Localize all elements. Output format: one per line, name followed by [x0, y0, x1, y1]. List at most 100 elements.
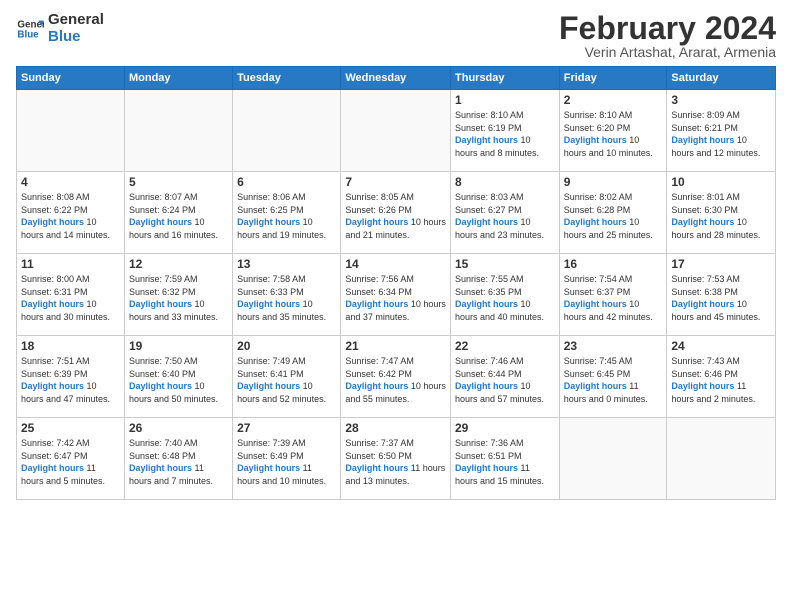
day-info: Sunrise: 7:47 AMSunset: 6:42 PMDaylight … [345, 355, 446, 405]
col-monday: Monday [124, 67, 232, 90]
day-number: 10 [671, 175, 771, 189]
day-number: 29 [455, 421, 555, 435]
sunset-text: Sunset: 6:31 PM [21, 286, 120, 299]
daylight-text: Daylight hours 10 hours and 42 minutes. [564, 298, 663, 323]
table-row: 26Sunrise: 7:40 AMSunset: 6:48 PMDayligh… [124, 418, 232, 500]
daylight-text: Daylight hours 10 hours and 14 minutes. [21, 216, 120, 241]
sunset-text: Sunset: 6:20 PM [564, 122, 663, 135]
daylight-label: Daylight hours [455, 217, 518, 227]
sunset-text: Sunset: 6:45 PM [564, 368, 663, 381]
sunset-text: Sunset: 6:41 PM [237, 368, 336, 381]
daylight-label: Daylight hours [21, 299, 84, 309]
sunset-text: Sunset: 6:47 PM [21, 450, 120, 463]
daylight-label: Daylight hours [564, 381, 627, 391]
day-number: 6 [237, 175, 336, 189]
daylight-text: Daylight hours 11 hours and 5 minutes. [21, 462, 120, 487]
table-row: 16Sunrise: 7:54 AMSunset: 6:37 PMDayligh… [559, 254, 667, 336]
table-row: 22Sunrise: 7:46 AMSunset: 6:44 PMDayligh… [451, 336, 560, 418]
daylight-text: Daylight hours 11 hours and 0 minutes. [564, 380, 663, 405]
daylight-label: Daylight hours [129, 381, 192, 391]
day-number: 26 [129, 421, 228, 435]
sunset-text: Sunset: 6:51 PM [455, 450, 555, 463]
sunset-text: Sunset: 6:26 PM [345, 204, 446, 217]
day-number: 14 [345, 257, 446, 271]
daylight-label: Daylight hours [564, 299, 627, 309]
table-row: 15Sunrise: 7:55 AMSunset: 6:35 PMDayligh… [451, 254, 560, 336]
page: General Blue General Blue February 2024 … [0, 0, 792, 612]
day-info: Sunrise: 7:53 AMSunset: 6:38 PMDaylight … [671, 273, 771, 323]
daylight-text: Daylight hours 10 hours and 28 minutes. [671, 216, 771, 241]
daylight-label: Daylight hours [129, 299, 192, 309]
daylight-label: Daylight hours [21, 463, 84, 473]
calendar-week-row: 25Sunrise: 7:42 AMSunset: 6:47 PMDayligh… [17, 418, 776, 500]
sunset-text: Sunset: 6:49 PM [237, 450, 336, 463]
day-info: Sunrise: 8:07 AMSunset: 6:24 PMDaylight … [129, 191, 228, 241]
daylight-text: Daylight hours 10 hours and 37 minutes. [345, 298, 446, 323]
daylight-text: Daylight hours 10 hours and 52 minutes. [237, 380, 336, 405]
day-number: 24 [671, 339, 771, 353]
table-row: 14 Sunrise: 7:56 AMSunset: 6:34 PMDayligh… [341, 254, 451, 336]
sunrise-text: Sunrise: 8:07 AM [129, 191, 228, 204]
daylight-text: Daylight hours 11 hours and 2 minutes. [671, 380, 771, 405]
daylight-label: Daylight hours [455, 135, 518, 145]
sunrise-text: Sunrise: 7:53 AM [671, 273, 771, 286]
day-number: 16 [564, 257, 663, 271]
daylight-text: Daylight hours 10 hours and 23 minutes. [455, 216, 555, 241]
daylight-text: Daylight hours 10 hours and 33 minutes. [129, 298, 228, 323]
sunset-text: Sunset: 6:42 PM [345, 368, 446, 381]
table-row: 2Sunrise: 8:10 AMSunset: 6:20 PMDaylight… [559, 90, 667, 172]
sunrise-text: Sunrise: 7:49 AM [237, 355, 336, 368]
day-number: 12 [129, 257, 228, 271]
table-row: 19Sunrise: 7:50 AMSunset: 6:40 PMDayligh… [124, 336, 232, 418]
table-row: 5Sunrise: 8:07 AMSunset: 6:24 PMDaylight… [124, 172, 232, 254]
sunrise-text: Sunrise: 7:56 AM [345, 273, 446, 286]
daylight-text: Daylight hours 10 hours and 16 minutes. [129, 216, 228, 241]
calendar-subtitle: Verin Artashat, Ararat, Armenia [559, 44, 776, 60]
daylight-label: Daylight hours [21, 381, 84, 391]
sunrise-text: Sunrise: 7:40 AM [129, 437, 228, 450]
day-info: Sunrise: 8:08 AMSunset: 6:22 PMDaylight … [21, 191, 120, 241]
daylight-text: Daylight hours 10 hours and 45 minutes. [671, 298, 771, 323]
sunrise-text: Sunrise: 8:02 AM [564, 191, 663, 204]
sunrise-text: Sunrise: 8:08 AM [21, 191, 120, 204]
table-row: 17 Sunrise: 7:53 AMSunset: 6:38 PMDayligh… [667, 254, 776, 336]
col-tuesday: Tuesday [233, 67, 341, 90]
daylight-label: Daylight hours [21, 217, 84, 227]
table-row: 8Sunrise: 8:03 AMSunset: 6:27 PMDaylight… [451, 172, 560, 254]
day-info: Sunrise: 7:56 AMSunset: 6:34 PMDaylight … [345, 273, 446, 323]
table-row [233, 90, 341, 172]
daylight-text: Daylight hours 10 hours and 55 minutes. [345, 380, 446, 405]
daylight-label: Daylight hours [671, 381, 734, 391]
logo-line1: General [48, 12, 104, 29]
day-number: 9 [564, 175, 663, 189]
day-info: Sunrise: 7:45 AMSunset: 6:45 PMDaylight … [564, 355, 663, 405]
daylight-text: Daylight hours 10 hours and 57 minutes. [455, 380, 555, 405]
day-number: 2 [564, 93, 663, 107]
day-number: 17 [671, 257, 771, 271]
table-row: 20Sunrise: 7:49 AMSunset: 6:41 PMDayligh… [233, 336, 341, 418]
sunset-text: Sunset: 6:50 PM [345, 450, 446, 463]
table-row: 27Sunrise: 7:39 AMSunset: 6:49 PMDayligh… [233, 418, 341, 500]
sunrise-text: Sunrise: 8:00 AM [21, 273, 120, 286]
day-info: Sunrise: 7:39 AMSunset: 6:49 PMDaylight … [237, 437, 336, 487]
table-row: 21Sunrise: 7:47 AMSunset: 6:42 PMDayligh… [341, 336, 451, 418]
table-row [559, 418, 667, 500]
day-info: Sunrise: 7:46 AMSunset: 6:44 PMDaylight … [455, 355, 555, 405]
table-row: 7Sunrise: 8:05 AMSunset: 6:26 PMDaylight… [341, 172, 451, 254]
table-row: 13Sunrise: 7:58 AMSunset: 6:33 PMDayligh… [233, 254, 341, 336]
sunrise-text: Sunrise: 7:45 AM [564, 355, 663, 368]
sunset-text: Sunset: 6:37 PM [564, 286, 663, 299]
daylight-label: Daylight hours [129, 463, 192, 473]
daylight-label: Daylight hours [237, 463, 300, 473]
sunset-text: Sunset: 6:32 PM [129, 286, 228, 299]
calendar-week-row: 11Sunrise: 8:00 AMSunset: 6:31 PMDayligh… [17, 254, 776, 336]
sunset-text: Sunset: 6:38 PM [671, 286, 771, 299]
table-row: 6Sunrise: 8:06 AMSunset: 6:25 PMDaylight… [233, 172, 341, 254]
sunset-text: Sunset: 6:39 PM [21, 368, 120, 381]
sunrise-text: Sunrise: 7:37 AM [345, 437, 446, 450]
sunset-text: Sunset: 6:21 PM [671, 122, 771, 135]
calendar-week-row: 1Sunrise: 8:10 AMSunset: 6:19 PMDaylight… [17, 90, 776, 172]
day-info: Sunrise: 7:36 AMSunset: 6:51 PMDaylight … [455, 437, 555, 487]
daylight-text: Daylight hours 10 hours and 19 minutes. [237, 216, 336, 241]
sunset-text: Sunset: 6:25 PM [237, 204, 336, 217]
